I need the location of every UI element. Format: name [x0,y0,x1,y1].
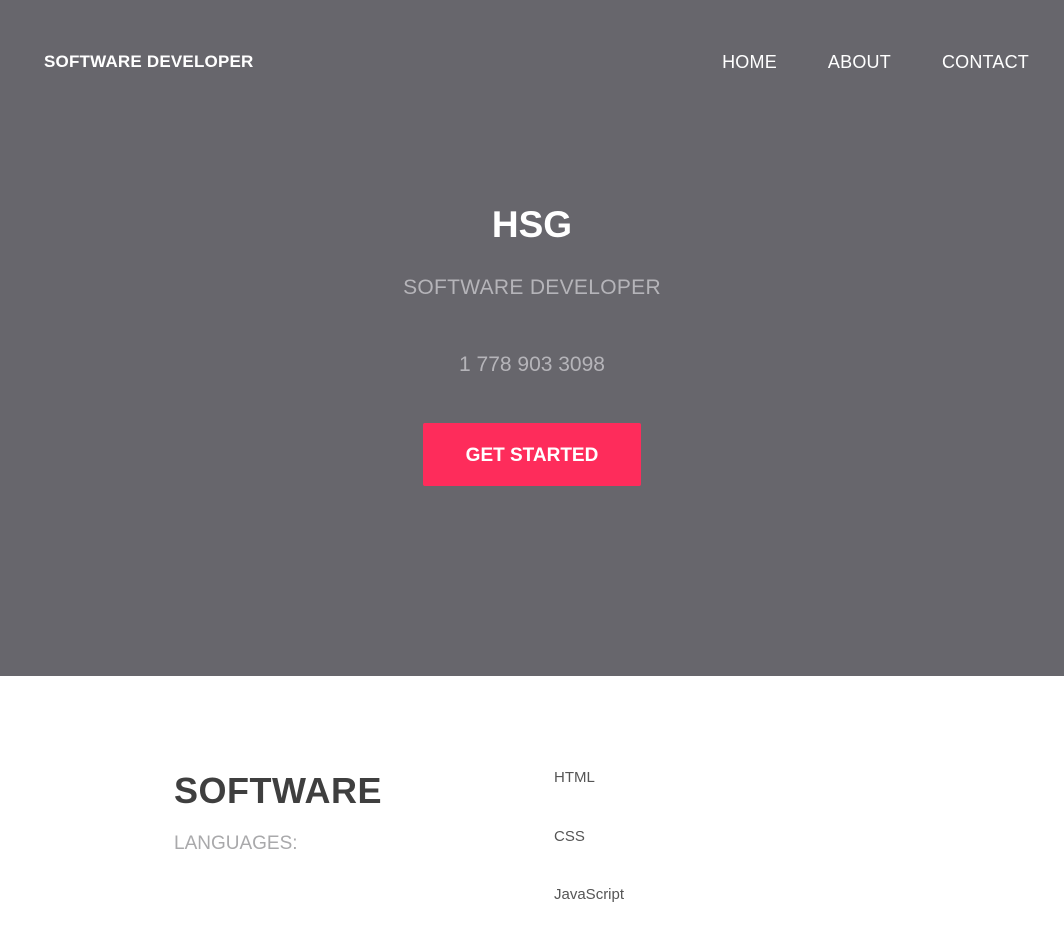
skills-heading: SOFTWARE [174,770,382,811]
list-item: CSS [554,827,585,845]
brand-logo-text[interactable]: SOFTWARE DEVELOPER [44,50,254,74]
nav-home[interactable]: HOME [722,50,777,74]
main-nav: HOME ABOUT CONTACT [671,50,1029,74]
list-item: JavaScript [554,886,625,903]
list-item: HTML [554,769,595,786]
hero-title: HSG [491,204,573,245]
get-started-button[interactable]: GET STARTED [423,423,641,486]
skills-list: HTML CSS JavaScript [554,768,624,944]
hero-section: SOFTWARE DEVELOPER HOME ABOUT CONTACT HS… [0,0,1064,676]
hero-subtitle: SOFTWARE DEVELOPER [403,276,661,299]
phone-number: 1 778 903 3098 [459,353,605,376]
skills-subheading: LANGUAGES: [174,833,298,854]
nav-about[interactable]: ABOUT [828,50,891,74]
nav-contact[interactable]: CONTACT [942,50,1029,74]
